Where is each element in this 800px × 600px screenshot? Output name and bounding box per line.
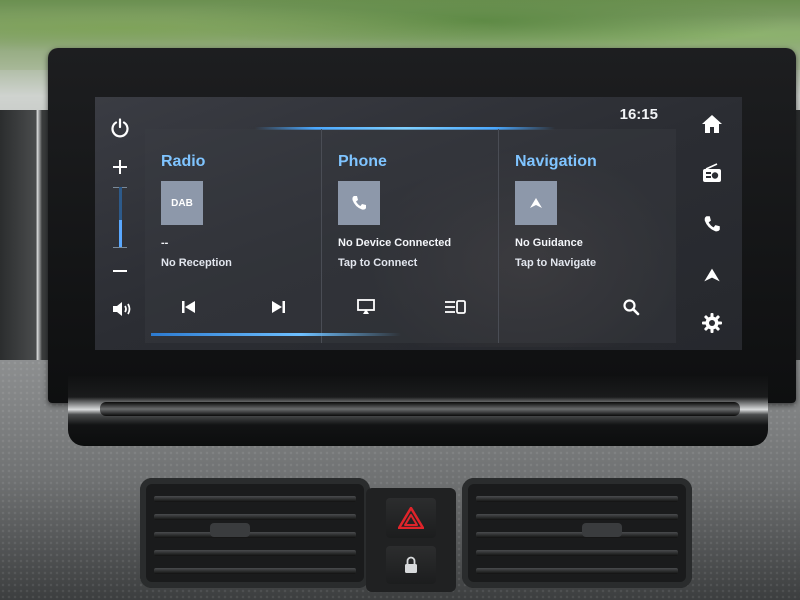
navigation-card-title: Navigation [515,153,597,170]
volume-slider[interactable] [119,187,122,247]
phone-icon [352,196,366,210]
home-button[interactable] [697,111,727,137]
home-icon [702,115,722,133]
mute-button[interactable] [109,297,135,321]
volume-down-button[interactable] [107,258,133,284]
vent-slat [476,550,678,556]
previous-track-icon [182,301,196,313]
phone-card-title: Phone [338,153,387,170]
radio-icon [703,163,721,182]
settings-button[interactable] [697,310,727,336]
power-button[interactable] [107,115,133,141]
chrome-slot [100,402,740,416]
hazard-lights-button[interactable] [386,498,436,538]
hazard-icon [398,507,424,529]
right-navigation-rail [695,97,742,350]
vent-slat [476,568,678,574]
screen-mirror-icon [357,299,376,314]
navigation-icon [704,268,720,282]
settings-icon [702,313,722,333]
volume-slider-fill [119,220,122,247]
radio-station-tile: DAB [161,181,203,225]
vent-slat [154,496,356,502]
list-icon [444,300,466,314]
minus-icon [113,270,127,272]
navigation-search-button[interactable] [616,294,646,320]
active-indicator-glow-bottom [151,333,401,336]
search-icon [623,299,640,316]
vent-adjust-tab[interactable] [210,523,250,537]
radio-card-title: Radio [161,153,206,170]
phone-controls [322,292,499,322]
plus-icon [113,160,127,174]
central-lock-button[interactable] [386,546,436,584]
phone-tile [338,181,380,225]
hazard-switch-panel [366,488,456,592]
phone-icon [704,216,720,232]
vent-adjust-tab[interactable] [582,523,622,537]
radio-status: No Reception [161,257,232,269]
infotainment-display: 16:15 Radio DAB -- No Reception Phone No… [95,97,742,350]
previous-track-button[interactable] [174,294,204,320]
navigation-card[interactable]: Navigation No Guidance Tap to Navigate [499,129,676,343]
radio-card[interactable]: Radio DAB -- No Reception [145,129,322,343]
volume-up-button[interactable] [107,154,133,180]
navigation-action-hint: Tap to Navigate [515,257,597,269]
vent-slat [154,532,356,538]
screen-mirror-button[interactable] [351,294,381,320]
radio-station-name: -- [161,237,169,249]
navigation-controls [499,292,676,322]
radio-button[interactable] [697,160,727,186]
phone-list-button[interactable] [440,294,470,320]
speaker-icon [113,302,131,316]
navigation-tile [515,181,557,225]
navigation-status: No Guidance [515,237,583,249]
left-air-vent[interactable] [140,478,370,588]
right-air-vent[interactable] [462,478,692,588]
vent-slat [476,514,678,520]
power-icon [111,118,129,138]
vent-slat [476,496,678,502]
phone-card[interactable]: Phone No Device Connected Tap to Connect [322,129,499,343]
radio-tile-label: DAB [171,197,193,209]
vent-slat [154,550,356,556]
radio-controls [145,292,322,322]
vent-slat [154,514,356,520]
phone-status: No Device Connected [338,237,452,249]
lock-icon [405,556,417,573]
navigation-button[interactable] [697,262,727,288]
navigation-arrow-icon [530,198,542,208]
next-track-button[interactable] [263,294,293,320]
next-track-icon [271,301,285,313]
phone-action-hint: Tap to Connect [338,257,418,269]
vent-slat [476,532,678,538]
home-widgets: Radio DAB -- No Reception Phone No Devic… [145,129,678,343]
vent-slat [154,568,356,574]
phone-button[interactable] [697,211,727,237]
status-clock: 16:15 [619,106,658,123]
left-control-rail [95,97,145,350]
volume-tick-bottom [113,247,127,248]
